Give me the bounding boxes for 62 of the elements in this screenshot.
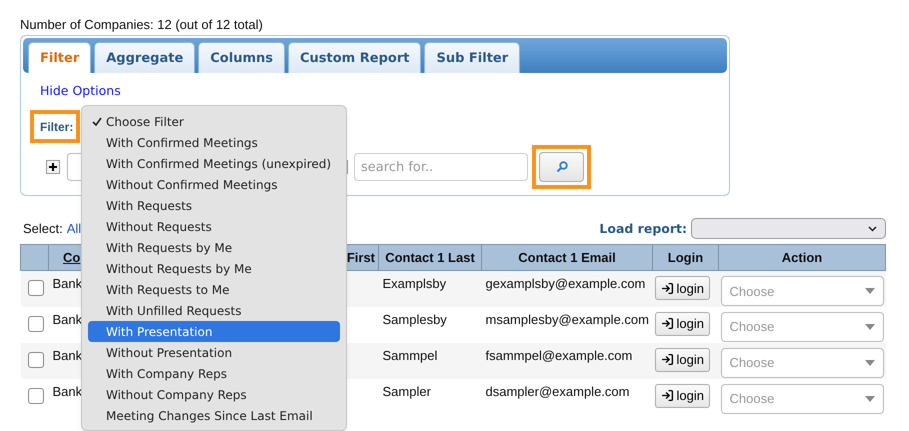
column-header: Login (652, 244, 718, 270)
load-report-select[interactable] (691, 218, 886, 239)
caret-icon (864, 324, 874, 330)
menu-item[interactable]: With Presentation (88, 321, 340, 342)
row-checkbox[interactable] (28, 316, 44, 332)
hide-options-link[interactable]: Hide Options (40, 83, 121, 98)
menu-item[interactable]: With Company Reps (88, 363, 340, 384)
search-button[interactable] (539, 152, 584, 182)
search-icon (556, 161, 568, 173)
checkmark-icon (92, 116, 102, 126)
email: dsampler@example.com (486, 384, 630, 398)
filter-label: Filter: (30, 110, 80, 143)
row-checkbox[interactable] (28, 388, 44, 404)
login-button[interactable]: login (654, 276, 710, 300)
company-count: Number of Companies: 12 (out of 12 total) (20, 17, 264, 32)
email: fsammpel@example.com (486, 348, 632, 362)
column-header: Contact 1 Last (378, 244, 482, 270)
menu-item[interactable]: With Requests to Me (88, 279, 340, 300)
login-icon (660, 389, 674, 402)
company-name: Bank (52, 276, 82, 291)
select-all-link[interactable]: All (66, 221, 82, 236)
tab[interactable]: Sub Filter (424, 42, 520, 73)
menu-item[interactable]: Without Company Reps (88, 384, 340, 405)
company-name: Bank (52, 384, 82, 398)
menu-item[interactable]: Meeting Changes Since Last Email (88, 405, 340, 426)
last-name: Sampler (382, 384, 431, 398)
row-checkbox[interactable] (28, 352, 44, 368)
row-checkbox[interactable] (28, 280, 44, 296)
login-icon (660, 353, 674, 366)
menu-item[interactable]: With Unfilled Requests (88, 300, 340, 321)
column-header: Action (718, 244, 886, 270)
load-report-label: Load report: (599, 221, 687, 236)
last-name: Sammpel (382, 348, 438, 362)
last-name: Examplsby (382, 276, 446, 291)
add-icon[interactable] (46, 160, 60, 174)
search-field[interactable]: search for.. (354, 153, 528, 181)
email: msamplesby@example.com (486, 312, 649, 326)
company-name: Bank (52, 312, 82, 326)
last-name: Samplesby (382, 312, 447, 326)
select-label: Select: (23, 221, 63, 236)
caret-icon (864, 288, 874, 294)
login-button[interactable]: login (654, 312, 710, 336)
menu-item[interactable]: With Requests (88, 195, 340, 216)
tab[interactable]: Aggregate (94, 42, 196, 73)
menu-item[interactable]: Without Presentation (88, 342, 340, 363)
menu-item[interactable]: Without Requests (88, 216, 340, 237)
login-icon (660, 317, 674, 330)
tab[interactable]: Custom Report (288, 42, 422, 73)
login-icon (660, 282, 674, 294)
column-header: Contact 1 Email (482, 244, 652, 270)
menu-item[interactable]: With Confirmed Meetings (unexpired) (88, 153, 340, 174)
caret-icon (864, 396, 874, 402)
chevron-down-icon (868, 226, 877, 232)
login-button[interactable]: login (654, 348, 710, 372)
tab[interactable]: Columns (198, 42, 285, 73)
company-name: Bank (52, 348, 82, 362)
caret-icon (864, 360, 874, 366)
email: gexamplsby@example.com (486, 276, 646, 291)
login-button[interactable]: login (654, 384, 710, 408)
menu-item[interactable]: With Confirmed Meetings (88, 132, 340, 153)
menu-item[interactable]: Without Confirmed Meetings (88, 174, 340, 195)
menu-item[interactable]: Choose Filter (88, 111, 340, 132)
